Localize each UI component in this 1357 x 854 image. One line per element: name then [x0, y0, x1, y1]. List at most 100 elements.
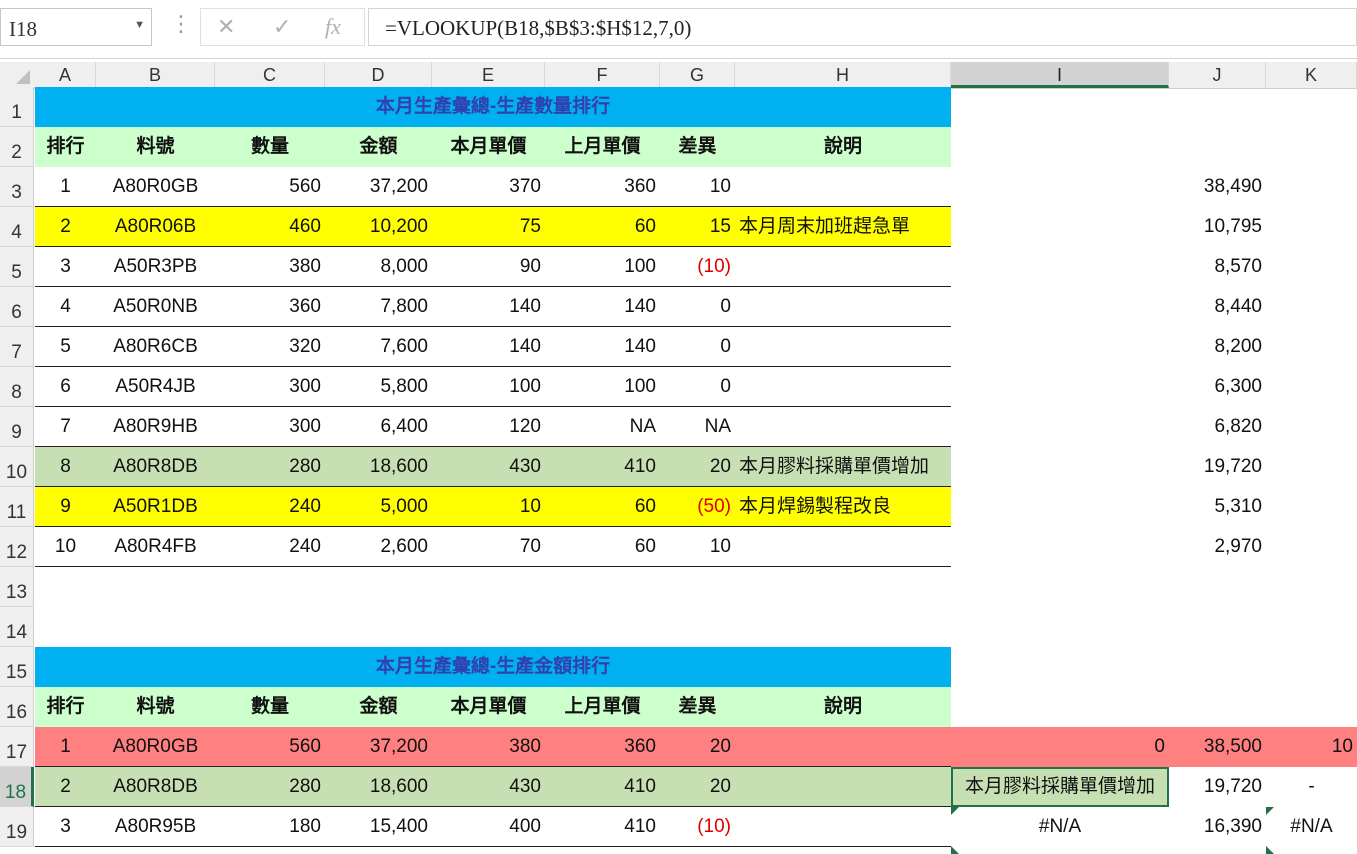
column-header-e[interactable]: E [432, 62, 545, 88]
table-cell[interactable]: 75 [432, 207, 545, 247]
table-cell[interactable]: 15 [660, 207, 735, 247]
table-cell[interactable]: 5,800 [325, 367, 432, 407]
table-cell[interactable]: 0 [660, 367, 735, 407]
table-cell[interactable]: 300 [215, 407, 325, 447]
side-cell[interactable]: #N/A [1266, 807, 1357, 847]
row-header-17[interactable]: 17 [0, 727, 34, 767]
table-cell[interactable]: 7 [35, 407, 96, 447]
table-cell[interactable]: 100 [432, 367, 545, 407]
formula-input[interactable]: =VLOOKUP(B18,$B$3:$H$12,7,0) [368, 8, 1357, 46]
table-cell[interactable]: 37,200 [325, 727, 432, 767]
table-cell[interactable]: 6 [35, 367, 96, 407]
column-label[interactable]: 排行 [35, 687, 96, 727]
table-cell[interactable]: 本月膠料採購單價增加 [735, 447, 951, 487]
table-cell[interactable]: A80R6CB [96, 327, 215, 367]
row-header-5[interactable]: 5 [0, 247, 34, 287]
table-cell[interactable]: 410 [545, 767, 660, 807]
row-header-8[interactable]: 8 [0, 367, 34, 407]
error-indicator-icon[interactable] [1266, 846, 1274, 854]
table-cell[interactable]: A50R0NB [96, 287, 215, 327]
row-header-12[interactable]: 12 [0, 527, 34, 567]
column-label[interactable]: 料號 [96, 127, 215, 167]
side-cell[interactable]: 8,200 [1169, 327, 1266, 367]
column-label[interactable]: 上月單價 [545, 687, 660, 727]
column-header-j[interactable]: J [1169, 62, 1266, 88]
table-cell[interactable]: 360 [545, 167, 660, 207]
side-cell[interactable]: #N/A [951, 807, 1169, 847]
row-header-15[interactable]: 15 [0, 647, 34, 687]
table-cell[interactable]: 8 [35, 447, 96, 487]
side-cell[interactable]: 38,500 [1169, 727, 1266, 767]
table-title[interactable]: 本月生產彙總-生產數量排行 [35, 87, 951, 127]
table-cell[interactable]: 20 [660, 447, 735, 487]
table-cell[interactable]: 140 [432, 287, 545, 327]
table-cell[interactable]: 360 [215, 287, 325, 327]
table-cell[interactable]: A80R06B [96, 207, 215, 247]
error-indicator-icon[interactable] [951, 846, 959, 854]
table-cell[interactable]: 280 [215, 767, 325, 807]
table-cell[interactable]: 2 [35, 207, 96, 247]
table-cell[interactable]: 10,200 [325, 207, 432, 247]
table-cell[interactable]: 10 [660, 167, 735, 207]
table-cell[interactable]: 2,600 [325, 527, 432, 567]
table-cell[interactable]: 280 [215, 447, 325, 487]
side-cell[interactable]: 38,490 [1169, 167, 1266, 207]
table-cell[interactable] [735, 807, 951, 847]
table-cell[interactable] [735, 287, 951, 327]
table-cell[interactable]: 7,800 [325, 287, 432, 327]
table-cell[interactable]: 10 [660, 527, 735, 567]
table-cell[interactable]: 430 [432, 447, 545, 487]
table-cell[interactable]: 本月焊錫製程改良 [735, 487, 951, 527]
table-cell[interactable]: 2 [35, 767, 96, 807]
table-cell[interactable]: 15,400 [325, 807, 432, 847]
side-cell[interactable]: 8,440 [1169, 287, 1266, 327]
table-cell[interactable]: 1 [35, 167, 96, 207]
column-label[interactable]: 金額 [325, 687, 432, 727]
enter-icon[interactable]: ✓ [273, 14, 291, 40]
table-cell[interactable]: 5,000 [325, 487, 432, 527]
side-cell[interactable]: 0 [951, 727, 1169, 767]
table-cell[interactable]: 本月周末加班趕急單 [735, 207, 951, 247]
column-label[interactable]: 說明 [735, 127, 951, 167]
table-cell[interactable]: 120 [432, 407, 545, 447]
side-cell[interactable]: 19,720 [1169, 447, 1266, 487]
table-cell[interactable]: A80R0GB [96, 167, 215, 207]
row-header-19[interactable]: 19 [0, 807, 34, 847]
table-cell[interactable]: A80R95B [96, 807, 215, 847]
column-label[interactable]: 金額 [325, 127, 432, 167]
cancel-icon[interactable]: ✕ [217, 14, 235, 40]
table-cell[interactable]: 140 [545, 327, 660, 367]
table-cell[interactable]: (50) [660, 487, 735, 527]
row-header-13[interactable]: 13 [0, 567, 34, 607]
table-cell[interactable]: 70 [432, 527, 545, 567]
row-header-6[interactable]: 6 [0, 287, 34, 327]
table-cell[interactable]: 18,600 [325, 447, 432, 487]
table-cell[interactable]: 10 [35, 527, 96, 567]
column-label[interactable]: 料號 [96, 687, 215, 727]
column-header-h[interactable]: H [735, 62, 951, 88]
table-cell[interactable]: (10) [660, 807, 735, 847]
table-cell[interactable]: 10 [432, 487, 545, 527]
row-header-7[interactable]: 7 [0, 327, 34, 367]
table-cell[interactable]: 100 [545, 367, 660, 407]
table-cell[interactable] [735, 527, 951, 567]
side-cell[interactable]: 10 [1266, 727, 1357, 767]
table-cell[interactable] [735, 727, 951, 767]
table-cell[interactable]: 9 [35, 487, 96, 527]
table-cell[interactable]: 410 [545, 447, 660, 487]
side-cell[interactable]: 6,820 [1169, 407, 1266, 447]
row-header-4[interactable]: 4 [0, 207, 34, 247]
table-cell[interactable]: 0 [660, 287, 735, 327]
table-cell[interactable]: 140 [432, 327, 545, 367]
column-header-i[interactable]: I [951, 62, 1169, 88]
column-header-d[interactable]: D [325, 62, 432, 88]
row-header-9[interactable]: 9 [0, 407, 34, 447]
column-label[interactable]: 差異 [660, 127, 735, 167]
insert-function-icon[interactable]: fx [325, 14, 341, 40]
table-cell[interactable]: NA [545, 407, 660, 447]
table-cell[interactable]: A80R4FB [96, 527, 215, 567]
column-header-k[interactable]: K [1266, 62, 1357, 88]
table-cell[interactable]: 370 [432, 167, 545, 207]
table-cell[interactable]: 1 [35, 727, 96, 767]
table-cell[interactable] [735, 367, 951, 407]
